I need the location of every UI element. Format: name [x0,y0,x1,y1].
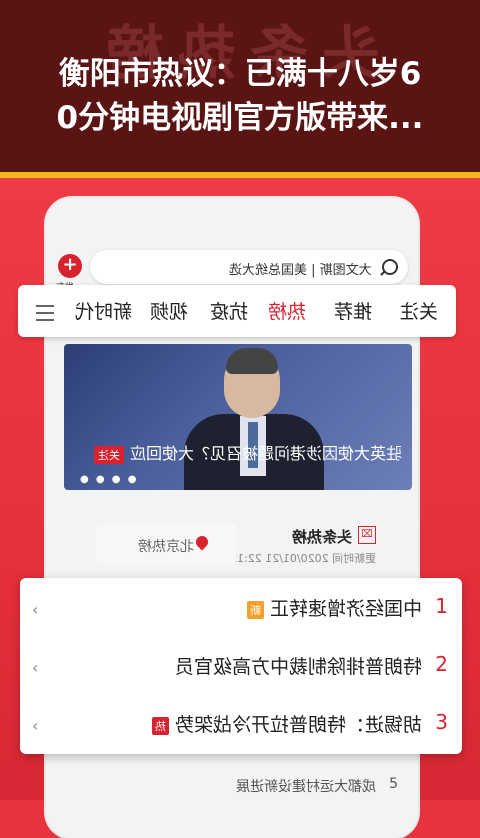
feature-caption: 驻英大使因涉港问题被召见？大使回应关注 [93,440,402,464]
search-text: 大文图斯 | 美国总统大选 [229,263,372,278]
hot-item-rank: 2 [435,652,448,676]
location-pin-icon [193,533,211,551]
hot-tag: 热 [151,716,169,735]
beijing-hot-label: 北京热榜 [138,539,194,555]
hot-item[interactable]: › 特朗普排除制裁中方高级官员 2 [20,638,462,694]
hot-item-rank: 3 [435,710,448,734]
carousel-dots: ● ● ● ● [80,474,139,485]
feature-caption-text: 驻英大使因涉港问题被召见？大使回应 [129,444,402,463]
hot-list-icon: ⌧ [358,526,376,544]
hot-item-text: 特朗普排除制裁中方高级官员 [174,656,422,678]
tab-bar: 关注 推荐 热榜 抗疫 视频 新时代 [18,285,456,337]
feature-badge: 关注 [93,446,124,464]
hot-item[interactable]: 成都大运村建设新进展 5 [64,764,412,800]
tab-new-era[interactable]: 新时代 [75,297,132,324]
search-icon [382,259,398,275]
menu-icon[interactable] [36,305,54,321]
banner-title-line1: 衡阳市热议：已满十八岁6 [58,56,422,92]
chevron-right-icon: › [32,600,39,619]
feature-image-hair [226,348,278,374]
hot-item[interactable]: › 中国经济增速转正新 1 [20,580,462,636]
hot-item-text: 成都大运村建设新进展 [236,779,376,795]
tab-anti-epidemic[interactable]: 抗疫 [210,297,248,324]
hot-list-title: 头条热榜 [291,528,352,546]
feature-card[interactable]: 驻英大使因涉港问题被召见？大使回应关注 ● ● ● ● [64,344,412,490]
hot-item-text: 胡锡进：特朗普拉开冷战架势热 [151,710,422,737]
hot-item-rank: 5 [389,776,398,792]
hot-item-text: 中国经济增速转正新 [246,594,422,621]
update-time: 更新时间 2020/01/21 22:12 [229,552,376,565]
tab-hot-list[interactable]: 热榜 [268,297,306,324]
add-button[interactable]: + [58,254,82,278]
chevron-right-icon: › [32,658,39,677]
beijing-hot-button[interactable]: 北京热榜 [96,524,236,564]
banner: 头条热榜 衡阳市热议：已满十八岁6 0分钟电视剧官方版带来... [0,0,480,172]
tab-recommend[interactable]: 推荐 [334,297,372,324]
banner-title: 衡阳市热议：已满十八岁6 0分钟电视剧官方版带来... [0,52,480,140]
chevron-right-icon: › [32,716,39,735]
hot-list-header: ⌧ 头条热榜 更新时间 2020/01/21 22:12 北京热榜 [64,502,412,572]
banner-title-line2: 0分钟电视剧官方版带来... [56,100,424,136]
tab-video[interactable]: 视频 [150,297,188,324]
hot-list-popup: › 中国经济增速转正新 1 › 特朗普排除制裁中方高级官员 2 › 胡锡进：特朗… [20,578,462,754]
hot-item[interactable]: › 胡锡进：特朗普拉开冷战架势热 3 [20,696,462,752]
hot-item-rank: 1 [435,594,448,618]
tab-follow[interactable]: 关注 [400,297,438,324]
new-tag: 新 [246,600,264,619]
search-bar[interactable]: 大文图斯 | 美国总统大选 [90,250,408,284]
